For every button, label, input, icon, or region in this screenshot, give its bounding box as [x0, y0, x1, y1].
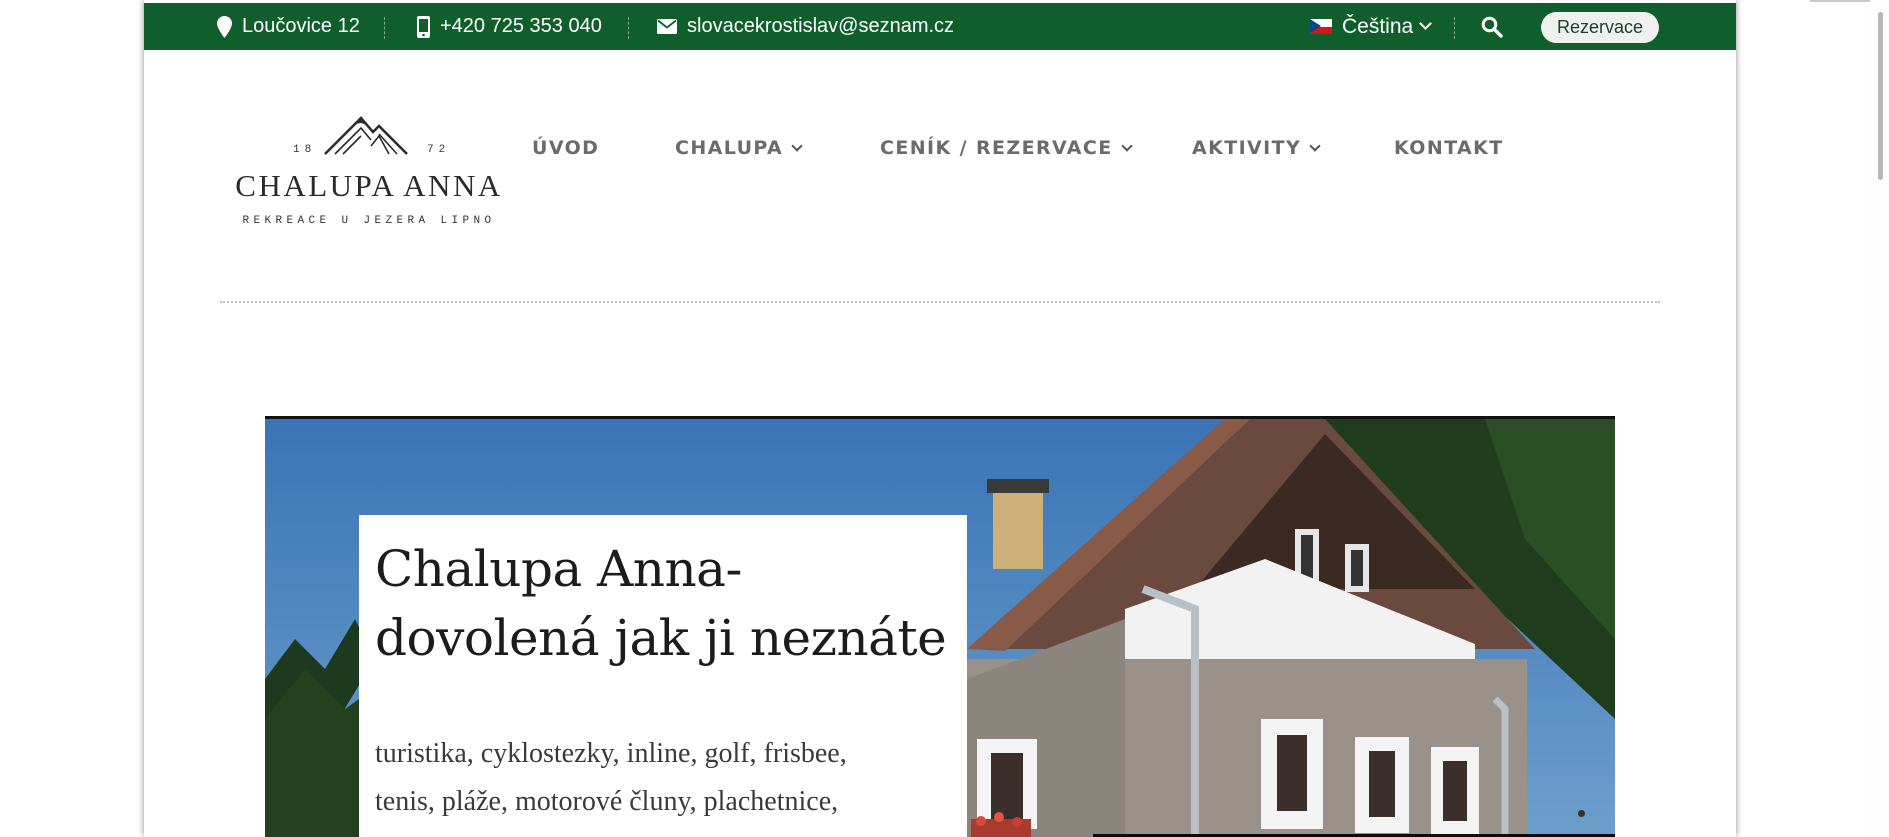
address-text: Loučovice 12 [242, 15, 360, 37]
hero-description: turistika, cyklostezky, inline, golf, fr… [375, 730, 955, 826]
topbar-separator [628, 17, 629, 39]
topbar-separator [1454, 17, 1455, 39]
slider-dot[interactable] [1578, 810, 1585, 817]
nav-item-chalupa[interactable]: CHALUPA [675, 134, 803, 162]
mountain-logo-icon [324, 116, 408, 155]
search-button[interactable] [1481, 16, 1503, 38]
chevron-down-icon [1309, 140, 1321, 152]
topbar-separator [384, 17, 385, 39]
hero-title-line1: Chalupa Anna- [375, 540, 742, 598]
nav-item-label: CHALUPA [675, 137, 784, 159]
address-link[interactable]: Loučovice 12 [217, 3, 360, 50]
hero-title-line2: dovolená jak ji neznáte [375, 609, 947, 667]
scrollbar-thumb[interactable] [1878, 12, 1883, 180]
language-selector[interactable]: Čeština [1310, 3, 1433, 50]
chevron-down-icon [1120, 140, 1133, 152]
search-icon [1481, 16, 1503, 38]
email-text: slovacekrostislav@seznam.cz [687, 15, 955, 37]
top-bar: Loučovice 12 +420 725 353 040 slovacekro… [144, 3, 1736, 50]
logo-year-right: 72 [427, 144, 451, 156]
envelope-icon [657, 19, 677, 34]
hero-description-line2: tenis, pláže, motorové čluny, plachetnic… [375, 786, 839, 817]
nav-item-label: ÚVOD [532, 137, 600, 159]
nav-item-label: KONTAKT [1394, 137, 1504, 159]
hero-description-line1: turistika, cyklostezky, inline, golf, fr… [375, 738, 847, 769]
chevron-down-icon [791, 140, 803, 152]
logo-name: CHALUPA ANNA [235, 168, 503, 203]
page-container: Loučovice 12 +420 725 353 040 slovacekro… [144, 0, 1736, 837]
hero-slider[interactable]: Chalupa Anna- dovolená jak ji neznáte tu… [265, 416, 1615, 837]
hero-title: Chalupa Anna- dovolená jak ji neznáte [375, 535, 955, 673]
nav-item-kontakt[interactable]: KONTAKT [1394, 134, 1504, 162]
email-link[interactable]: slovacekrostislav@seznam.cz [657, 3, 954, 50]
nav-item-label: AKTIVITY [1192, 137, 1302, 159]
reservation-button[interactable]: Rezervace [1541, 12, 1659, 43]
phone-text: +420 725 353 040 [440, 15, 602, 37]
hero-text-card: Chalupa Anna- dovolená jak ji neznáte tu… [359, 515, 967, 837]
nav-item-uvod[interactable]: ÚVOD [532, 134, 599, 162]
site-logo[interactable]: 18 72 CHALUPA ANNA REKREACE U JEZERA LIP… [221, 114, 517, 234]
phone-link[interactable]: +420 725 353 040 [417, 3, 602, 50]
mobile-phone-icon [417, 15, 430, 38]
nav-item-aktivity[interactable]: AKTIVITY [1192, 134, 1321, 162]
map-marker-icon [217, 15, 232, 38]
czech-flag-icon [1310, 19, 1332, 34]
nav-item-cenik-rezervace[interactable]: CENÍK / REZERVACE [880, 134, 1133, 162]
header-divider [220, 301, 1660, 303]
logo-year-left: 18 [293, 144, 317, 156]
logo-subtitle: REKREACE U JEZERA LIPNO [242, 215, 496, 227]
chevron-down-icon [1419, 17, 1433, 30]
language-label: Čeština [1342, 14, 1414, 38]
nav-item-label: CENÍK / REZERVACE [880, 137, 1113, 159]
